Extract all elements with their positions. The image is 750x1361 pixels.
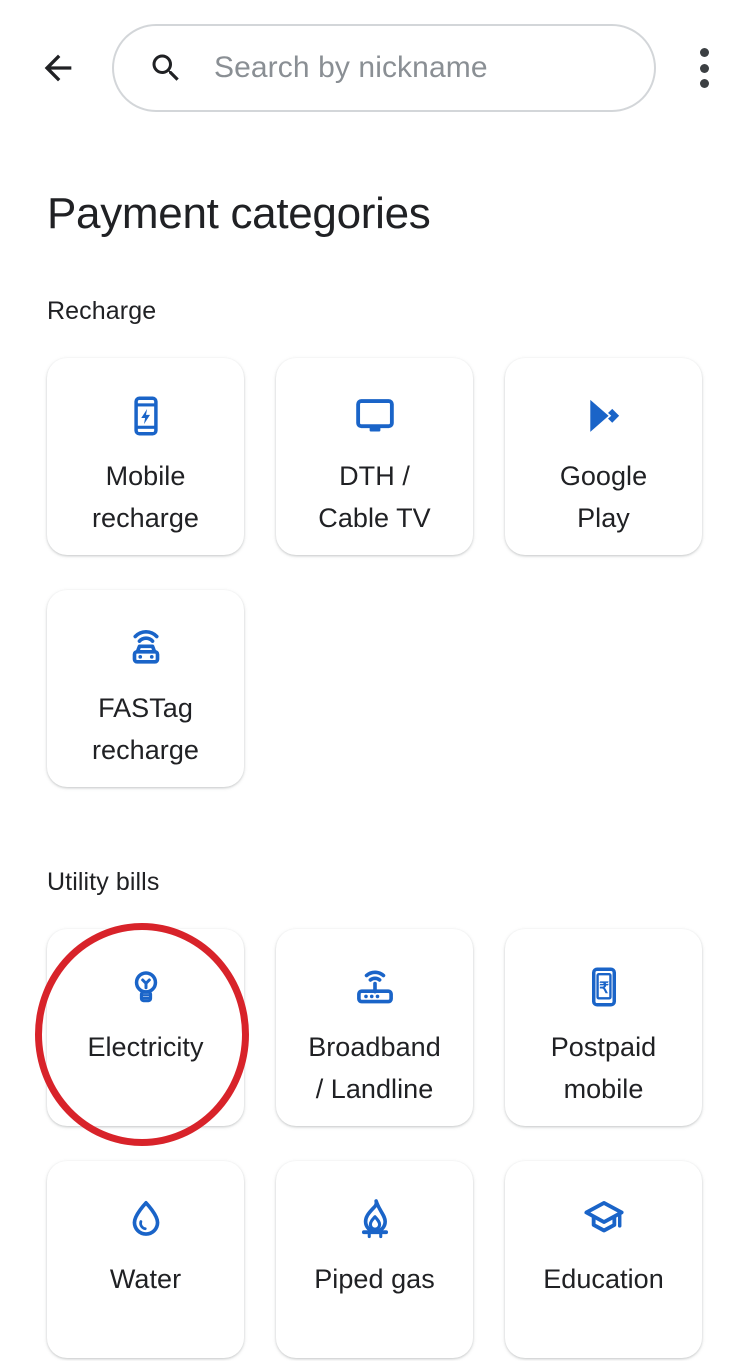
payment-categories-screen: Search by nickname Payment categories Re… [0, 0, 750, 1361]
google-play-icon [580, 392, 628, 440]
more-vert-dot-1 [699, 48, 709, 57]
category-card-broadband-landline[interactable]: Broadband / Landline [276, 929, 473, 1126]
water-drop-icon [122, 1195, 170, 1243]
phone-rupee-icon: ₹ [580, 963, 628, 1011]
category-label: DTH / Cable TV [318, 461, 431, 533]
section-label-recharge: Recharge [47, 297, 157, 325]
mobile-recharge-icon [122, 392, 170, 440]
page-title: Payment categories [47, 189, 431, 238]
category-label: Postpaid mobile [550, 1032, 657, 1104]
category-card-postpaid-mobile[interactable]: ₹ Postpaid mobile [505, 929, 702, 1126]
more-vert-dot-2 [699, 63, 709, 73]
category-card-piped-gas[interactable]: Piped gas [276, 1161, 473, 1358]
category-card-fastag-recharge[interactable]: FASTag recharge [47, 590, 244, 787]
category-label: Electricity [87, 1032, 204, 1062]
category-card-dth-cable-tv[interactable]: DTH / Cable TV [276, 358, 473, 555]
more-options-button[interactable] [682, 44, 726, 92]
category-card-google-play[interactable]: Google Play [505, 358, 702, 555]
category-label: Google Play [559, 461, 648, 533]
category-grid-utility: Electricity Broadband / Landline ₹ Postp… [47, 929, 703, 1358]
back-button[interactable] [30, 42, 86, 94]
category-label: Piped gas [314, 1264, 435, 1294]
category-grid-recharge: Mobile recharge DTH / Cable TV Google Pl… [47, 358, 703, 787]
search-input-placeholder[interactable]: Search by nickname [214, 51, 488, 85]
category-card-water[interactable]: Water [47, 1161, 244, 1358]
lightbulb-icon [122, 963, 170, 1011]
category-label: FASTag recharge [92, 693, 199, 765]
arrow-back-icon [44, 54, 72, 82]
category-label: Education [543, 1264, 664, 1294]
search-bar[interactable]: Search by nickname [112, 24, 656, 112]
section-label-utility-bills: Utility bills [47, 868, 160, 896]
category-card-electricity[interactable]: Electricity [47, 929, 244, 1126]
router-icon [351, 963, 399, 1011]
top-app-bar: Search by nickname [0, 0, 750, 136]
category-label: Broadband / Landline [308, 1032, 441, 1104]
graduation-cap-icon [580, 1195, 628, 1243]
category-card-mobile-recharge[interactable]: Mobile recharge [47, 358, 244, 555]
category-card-education[interactable]: Education [505, 1161, 702, 1358]
category-label: Mobile recharge [92, 461, 199, 533]
fastag-car-icon [122, 624, 170, 672]
more-vert-dot-3 [699, 79, 709, 88]
gas-flame-icon [351, 1195, 399, 1243]
tv-icon [351, 392, 399, 440]
svg-text:₹: ₹ [599, 980, 609, 997]
category-label: Water [109, 1264, 182, 1294]
search-icon [146, 48, 186, 88]
